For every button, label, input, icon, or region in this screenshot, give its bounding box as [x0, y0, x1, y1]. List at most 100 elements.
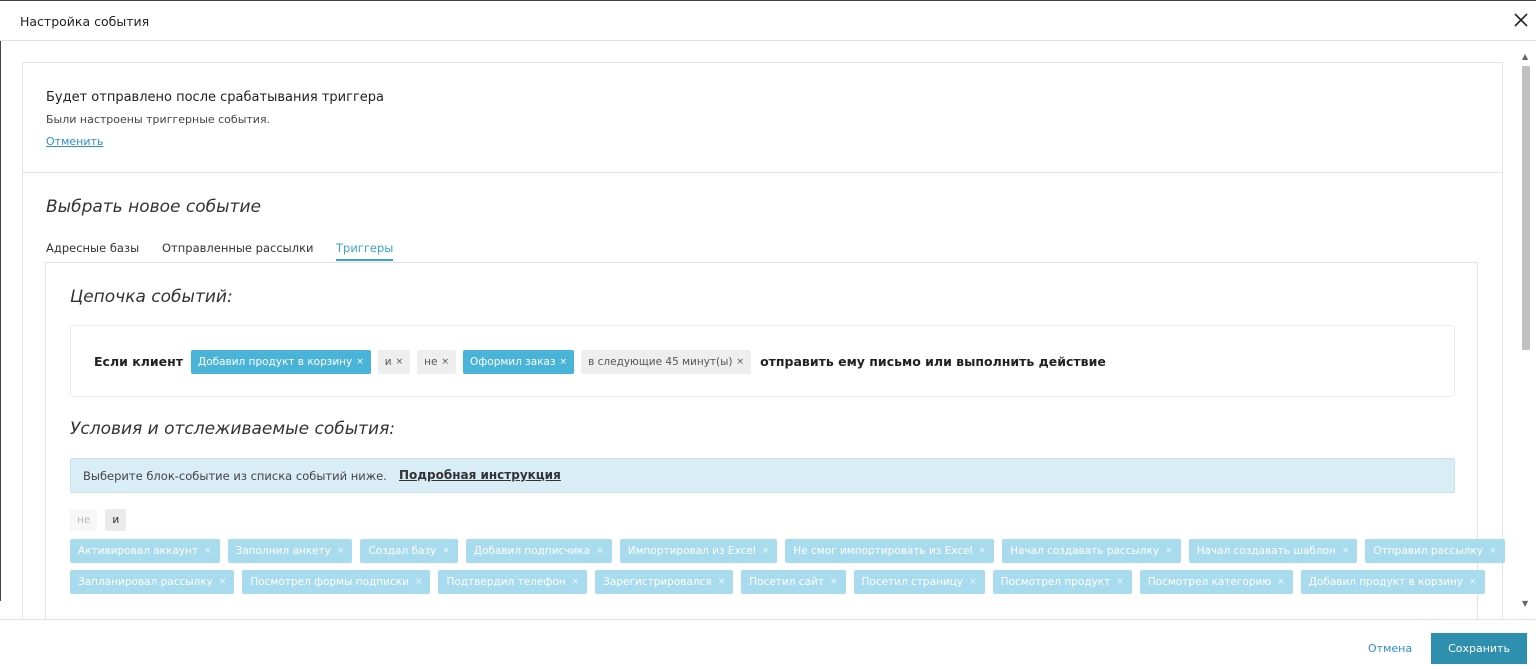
info-heading: Будет отправлено после срабатывания триг…: [46, 90, 385, 105]
chain-suffix: отправить ему письмо или выполнить дейст…: [760, 354, 1106, 369]
event-chip-label: Не смог импортировать из Excel: [793, 545, 973, 557]
remove-icon[interactable]: ×: [204, 546, 212, 556]
remove-icon[interactable]: ×: [762, 546, 770, 556]
event-chip[interactable]: Запланировал рассылку ×: [70, 570, 235, 594]
event-chip[interactable]: Начал создавать шаблон ×: [1188, 539, 1358, 563]
event-chip-label: Посмотрел формы подписки: [250, 576, 409, 588]
remove-icon[interactable]: ×: [415, 577, 423, 587]
tab-sent-mailings[interactable]: Отправленные рассылки: [162, 241, 314, 255]
conditions-heading: Условия и отслеживаемые события:: [70, 419, 396, 439]
remove-icon[interactable]: ×: [442, 546, 450, 556]
event-chip-label: Начал создавать рассылку: [1010, 545, 1160, 557]
remove-icon[interactable]: ×: [1342, 546, 1350, 556]
event-chip-label: Импортировал из Excel: [627, 545, 756, 557]
remove-icon[interactable]: ×: [718, 577, 726, 587]
event-chip[interactable]: Импортировал из Excel ×: [619, 539, 778, 563]
cancel-trigger-link[interactable]: Отменить: [46, 135, 103, 148]
remove-icon[interactable]: ×: [969, 577, 977, 587]
event-chip-label: Активировал аккаунт: [78, 545, 198, 557]
event-row: Активировал аккаунт × Заполнил анкету × Созд…: [70, 539, 1505, 563]
event-chip[interactable]: Добавил подписчика ×: [465, 539, 612, 563]
event-chip-label: Заполнил анкету: [235, 545, 331, 557]
toggle-and[interactable]: и: [105, 509, 127, 531]
dialog-body: Будет отправлено после срабатывания триг…: [0, 42, 1536, 619]
remove-icon[interactable]: ×: [442, 357, 450, 367]
event-chip[interactable]: Начал создавать рассылку ×: [1002, 539, 1181, 563]
chip-label: Добавил продукт в корзину: [197, 355, 353, 368]
chain-chip-not[interactable]: не ×: [417, 349, 457, 374]
remove-icon[interactable]: ×: [560, 357, 568, 367]
trigger-info: Будет отправлено после срабатывания триг…: [23, 63, 1502, 173]
event-chip[interactable]: Посетил страницу ×: [853, 570, 985, 594]
remove-icon[interactable]: ×: [1469, 577, 1477, 587]
remove-icon[interactable]: ×: [1489, 546, 1497, 556]
event-chip-label: Запланировал рассылку: [78, 576, 213, 588]
cancel-button[interactable]: Отмена: [1368, 642, 1412, 655]
event-list: Активировал аккаунт × Заполнил анкету × Созд…: [70, 539, 1505, 601]
remove-icon[interactable]: ×: [1277, 577, 1285, 587]
event-chip-label: Подтвердил телефон: [446, 576, 566, 588]
info-subtitle: Были настроены триггерные события.: [46, 113, 271, 126]
event-chip[interactable]: Заполнил анкету ×: [227, 539, 353, 563]
close-icon[interactable]: [1510, 9, 1532, 31]
event-chip-label: Посмотрел категорию: [1147, 576, 1272, 588]
chain-heading: Цепочка событий:: [70, 287, 233, 307]
dialog-footer: Отмена Сохранить: [0, 619, 1536, 669]
event-chip-label: Посетил страницу: [861, 576, 964, 588]
event-chip-label: Создал базу: [368, 545, 437, 557]
remove-icon[interactable]: ×: [572, 577, 580, 587]
instructions-link[interactable]: Подробная инструкция: [399, 468, 561, 482]
event-chip[interactable]: Зарегистрировался ×: [595, 570, 734, 594]
event-chip-label: Добавил продукт в корзину: [1308, 576, 1463, 588]
event-chain: Если клиент Добавил продукт в корзину × и…: [70, 325, 1455, 397]
chain-chip-and[interactable]: и ×: [377, 349, 411, 374]
event-chip-label: Начал создавать шаблон: [1196, 545, 1336, 557]
event-chip[interactable]: Добавил продукт в корзину ×: [1300, 570, 1485, 594]
remove-icon[interactable]: ×: [737, 357, 745, 367]
chain-chip-timeframe[interactable]: в следующие 45 минут(ы) ×: [581, 349, 752, 374]
remove-icon[interactable]: ×: [979, 546, 987, 556]
remove-icon[interactable]: ×: [1165, 546, 1173, 556]
scroll-up-icon[interactable]: ▲: [1522, 52, 1528, 61]
remove-icon[interactable]: ×: [1116, 577, 1124, 587]
chain-row: Если клиент Добавил продукт в корзину × и…: [94, 349, 1106, 374]
alert-text: Выберите блок-событие из списка событий …: [83, 469, 387, 483]
save-button[interactable]: Сохранить: [1431, 633, 1527, 664]
event-chip[interactable]: Создал базу ×: [360, 539, 458, 563]
event-chip[interactable]: Отправил рассылку ×: [1365, 539, 1505, 563]
toggle-not[interactable]: не: [70, 509, 98, 531]
dialog-title: Настройка события: [20, 14, 150, 29]
event-chip[interactable]: Активировал аккаунт ×: [70, 539, 220, 563]
event-chip[interactable]: Посетил сайт ×: [741, 570, 846, 594]
info-alert: Выберите блок-событие из списка событий …: [70, 458, 1455, 493]
chip-label: и: [384, 355, 392, 368]
event-chip[interactable]: Посмотрел продукт ×: [992, 570, 1132, 594]
chip-label: Оформил заказ: [470, 355, 556, 368]
choose-event-heading: Выбрать новое событие: [46, 197, 261, 217]
event-chip[interactable]: Подтвердил телефон ×: [438, 570, 588, 594]
settings-card: Будет отправлено после срабатывания триг…: [22, 62, 1505, 619]
event-chip-label: Добавил подписчика: [473, 545, 591, 557]
scrollbar-thumb[interactable]: [1522, 66, 1530, 350]
remove-icon[interactable]: ×: [219, 577, 227, 587]
remove-icon[interactable]: ×: [356, 357, 364, 367]
dialog-header: Настройка события: [0, 0, 1536, 41]
chain-chip-added-to-cart[interactable]: Добавил продукт в корзину ×: [190, 349, 371, 374]
chain-chip-order-placed[interactable]: Оформил заказ ×: [463, 349, 575, 374]
event-row: Запланировал рассылку × Посмотрел формы по…: [70, 570, 1485, 594]
tab-address-bases[interactable]: Адресные базы: [46, 241, 139, 255]
remove-icon[interactable]: ×: [830, 577, 838, 587]
event-chip[interactable]: Посмотрел формы подписки ×: [242, 570, 431, 594]
chip-label: в следующие 45 минут(ы): [588, 355, 733, 368]
event-chip-label: Посмотрел продукт: [1000, 576, 1111, 588]
remove-icon[interactable]: ×: [596, 546, 604, 556]
event-chip[interactable]: Посмотрел категорию ×: [1139, 570, 1293, 594]
event-chip[interactable]: Не смог импортировать из Excel ×: [785, 539, 995, 563]
remove-icon[interactable]: ×: [396, 357, 404, 367]
scroll-down-icon[interactable]: ▼: [1522, 599, 1528, 608]
remove-icon[interactable]: ×: [337, 546, 345, 556]
event-chip-label: Отправил рассылку: [1373, 545, 1484, 557]
vertical-scrollbar[interactable]: ▲ ▼: [1520, 50, 1532, 610]
tab-triggers[interactable]: Триггеры: [336, 241, 394, 261]
chip-label: не: [424, 355, 438, 368]
